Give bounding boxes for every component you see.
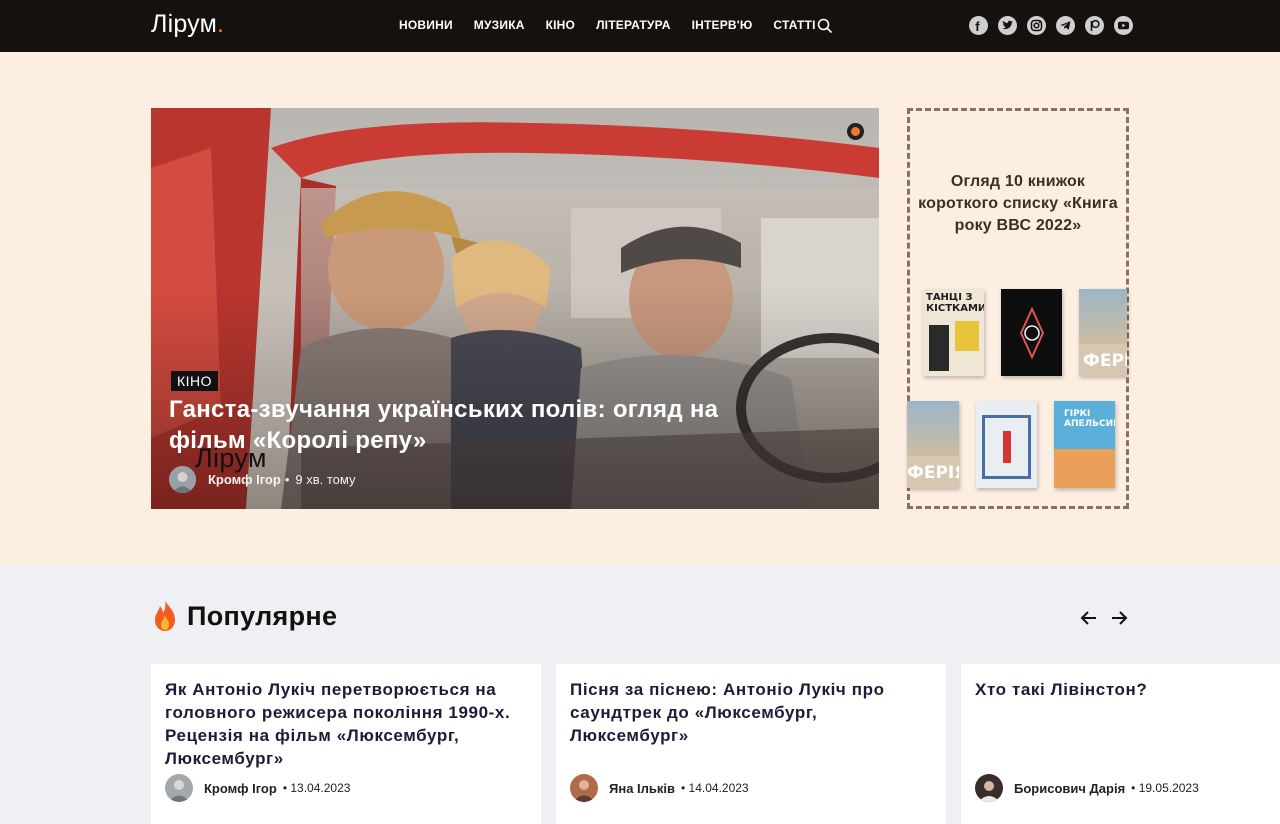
featured-article-meta: Кромф Ігор • 9 хв. тому [169, 466, 355, 493]
patreon-icon[interactable] [1085, 16, 1104, 35]
instagram-icon[interactable] [1027, 16, 1046, 35]
facebook-icon[interactable]: f [969, 16, 988, 35]
avatar[interactable] [169, 466, 196, 493]
meta-separator: • [284, 472, 290, 487]
popular-card[interactable]: Хто такі Лівінстон? Борисович Дарія • 19… [961, 664, 1280, 824]
popular-card[interactable]: Пісня за піснею: Антоніо Лукіч про саунд… [556, 664, 946, 824]
avatar[interactable] [165, 774, 193, 802]
publish-date: • 14.04.2023 [681, 781, 749, 795]
card-title[interactable]: Як Антоніо Лукіч перетворюється на голов… [165, 678, 527, 770]
publish-date: • 19.05.2023 [1131, 781, 1199, 795]
book-cover: ТАНЦІ З КІСТКАМИ [923, 289, 984, 376]
nav-item-interview[interactable]: ІНТЕРВ'Ю [692, 18, 753, 32]
book-cover: ФЕРІ [1079, 289, 1127, 376]
nav-item-cinema[interactable]: КІНО [546, 18, 575, 32]
featured-article[interactable]: КІНО Ганста-звучання українських полів: … [151, 108, 879, 509]
site-logo[interactable]: Лірум. [151, 10, 224, 39]
arrow-right-icon[interactable] [1110, 608, 1128, 628]
main-nav: НОВИНИ МУЗИКА КІНО ЛІТЕРАТУРА ІНТЕРВ'Ю С… [399, 18, 837, 32]
card-title[interactable]: Пісня за піснею: Антоніо Лукіч про саунд… [570, 678, 932, 747]
author-name[interactable]: Кромф Ігор [208, 472, 281, 487]
popular-card[interactable]: Як Антоніо Лукіч перетворюється на голов… [151, 664, 541, 824]
social-links: f [969, 16, 1133, 35]
book-cover [976, 401, 1037, 488]
book-cover [1001, 289, 1062, 376]
publish-date: • 13.04.2023 [282, 781, 351, 795]
book-cover: ФЕРІЯ [907, 401, 959, 488]
fire-icon [155, 601, 175, 631]
search-icon[interactable] [817, 18, 833, 34]
arrow-left-icon[interactable] [1080, 608, 1098, 628]
card-meta: Яна Ільків • 14.04.2023 [570, 774, 749, 802]
nav-item-literature[interactable]: ЛІТЕРАТУРА [596, 18, 671, 32]
section-title: Популярне [187, 600, 338, 631]
author-name[interactable]: Яна Ільків [609, 781, 675, 796]
card-meta: Борисович Дарія • 19.05.2023 [975, 774, 1199, 802]
twitter-icon[interactable] [998, 16, 1017, 35]
avatar[interactable] [975, 774, 1003, 802]
nav-item-articles[interactable]: СТАТТІ [773, 18, 815, 32]
nav-item-news[interactable]: НОВИНИ [399, 18, 453, 32]
author-name[interactable]: Кромф Ігор [204, 781, 277, 796]
top-navigation-bar: Лірум. НОВИНИ МУЗИКА КІНО ЛІТЕРАТУРА ІНТ… [0, 0, 1280, 52]
book-promo-banner[interactable]: Огляд 10 книжок короткого списку «Книга … [907, 108, 1129, 509]
card-meta: Кромф Ігор • 13.04.2023 [165, 774, 350, 802]
avatar[interactable] [570, 774, 598, 802]
author-name[interactable]: Борисович Дарія [1014, 781, 1125, 796]
live-indicator-icon [847, 123, 864, 140]
publish-time: 9 хв. тому [295, 472, 356, 487]
carousel-controls [1080, 608, 1128, 628]
svg-text:f: f [975, 19, 980, 34]
nav-item-music[interactable]: МУЗИКА [474, 18, 525, 32]
category-tag[interactable]: КІНО [171, 371, 219, 391]
book-cover: ГІРКІ АПЕЛЬСИНИ [1054, 401, 1115, 488]
telegram-icon[interactable] [1056, 16, 1075, 35]
popular-section-header: Популярне [151, 600, 337, 632]
card-title[interactable]: Хто такі Лівінстон? [975, 678, 1277, 701]
youtube-icon[interactable] [1114, 16, 1133, 35]
promo-title: Огляд 10 книжок короткого списку «Книга … [918, 173, 1118, 234]
